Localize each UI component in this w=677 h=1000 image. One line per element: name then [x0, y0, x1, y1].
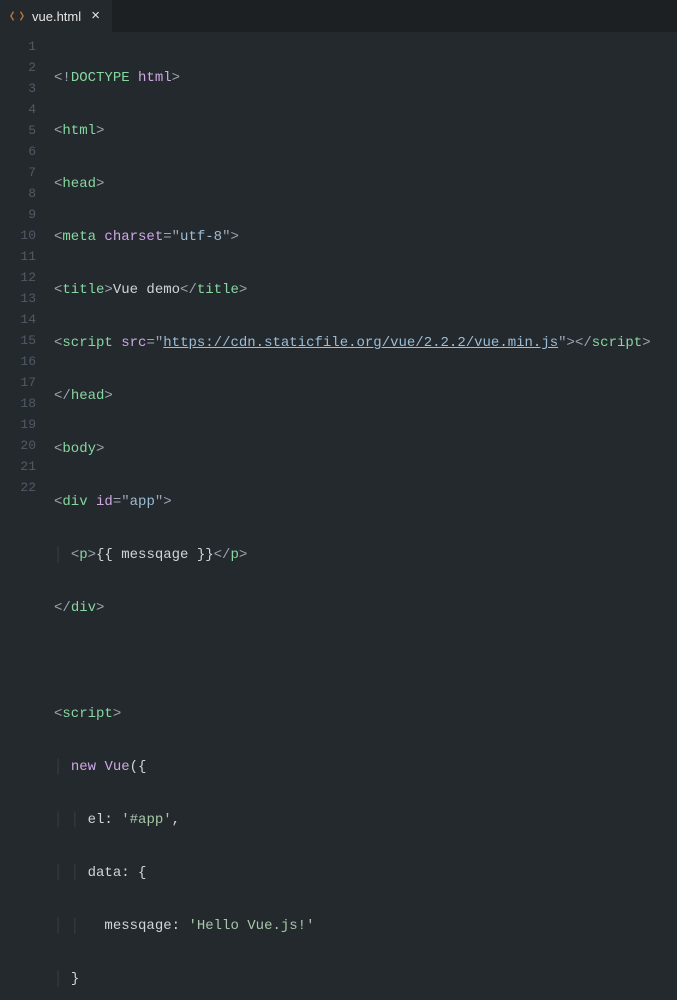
- line-number: 20: [0, 435, 36, 456]
- line-number: 12: [0, 267, 36, 288]
- code-line: <div id="app">: [54, 492, 677, 513]
- code-line: <script src="https://cdn.staticfile.org/…: [54, 333, 677, 354]
- tab-label: vue.html: [32, 9, 81, 24]
- code-line: </div>: [54, 598, 677, 619]
- line-number: 5: [0, 120, 36, 141]
- line-number: 9: [0, 204, 36, 225]
- code-line: <html>: [54, 121, 677, 142]
- line-number: 21: [0, 456, 36, 477]
- line-number: 7: [0, 162, 36, 183]
- line-number: 1: [0, 36, 36, 57]
- code-line: │ │ el: '#app',: [54, 810, 677, 831]
- line-number: 22: [0, 477, 36, 498]
- code-line: <meta charset="utf-8">: [54, 227, 677, 248]
- line-number: 13: [0, 288, 36, 309]
- code-area[interactable]: <!DOCTYPE html> <html> <head> <meta char…: [44, 32, 677, 500]
- line-number: 19: [0, 414, 36, 435]
- line-number: 15: [0, 330, 36, 351]
- line-number: 16: [0, 351, 36, 372]
- code-line: <head>: [54, 174, 677, 195]
- code-line: <script>: [54, 704, 677, 725]
- line-number: 6: [0, 141, 36, 162]
- line-number: 3: [0, 78, 36, 99]
- tab-bar: vue.html ×: [0, 0, 677, 32]
- line-number: 18: [0, 393, 36, 414]
- code-line: │ │ messqage: 'Hello Vue.js!': [54, 916, 677, 937]
- code-line: [54, 651, 677, 672]
- line-number: 8: [0, 183, 36, 204]
- code-line: │ new Vue({: [54, 757, 677, 778]
- line-number: 10: [0, 225, 36, 246]
- line-number: 14: [0, 309, 36, 330]
- editor[interactable]: 12345678910111213141516171819202122 <!DO…: [0, 32, 677, 500]
- html-file-icon: [10, 9, 24, 23]
- code-line: </head>: [54, 386, 677, 407]
- line-number: 2: [0, 57, 36, 78]
- line-number-gutter: 12345678910111213141516171819202122: [0, 32, 44, 500]
- code-line: <body>: [54, 439, 677, 460]
- line-number: 17: [0, 372, 36, 393]
- code-line: <title>Vue demo</title>: [54, 280, 677, 301]
- line-number: 4: [0, 99, 36, 120]
- code-line: │ }: [54, 969, 677, 990]
- code-line: │ <p>{{ messqage }}</p>: [54, 545, 677, 566]
- code-line: │ │ data: {: [54, 863, 677, 884]
- line-number: 11: [0, 246, 36, 267]
- close-icon[interactable]: ×: [89, 9, 102, 24]
- code-line: <!DOCTYPE html>: [54, 68, 677, 89]
- tab-vue-html[interactable]: vue.html ×: [0, 0, 113, 32]
